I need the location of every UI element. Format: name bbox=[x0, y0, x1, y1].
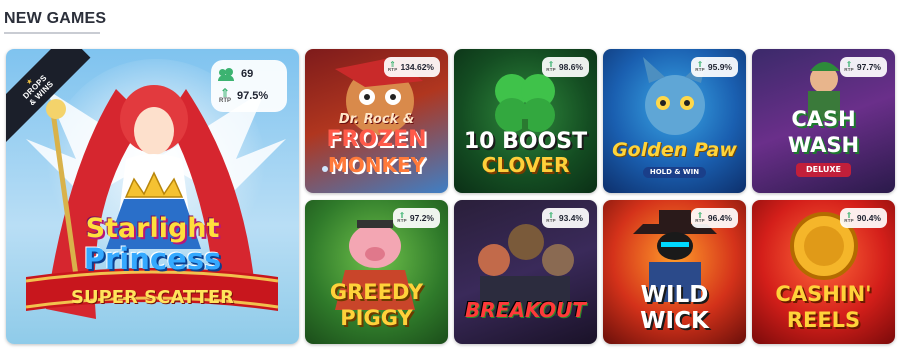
game-tile-golden-paw[interactable]: Golden Paw HOLD & WIN ⇑ RTP 95.9% bbox=[603, 49, 746, 193]
section-title: NEW GAMES bbox=[4, 10, 107, 27]
game-title-line1: WILD bbox=[640, 282, 709, 308]
rtp-label: RTP bbox=[219, 98, 231, 104]
game-title-line1: Golden Paw bbox=[612, 139, 737, 161]
game-title-line2: HOLD & WIN bbox=[643, 167, 706, 178]
stats-badge: 69 ⇑ RTP 97.5% bbox=[211, 60, 287, 112]
game-title-line2: Princess bbox=[83, 242, 222, 276]
game-tile-10-boost-clover[interactable]: 10 BOOST CLOVER ⇑ RTP 98.6% bbox=[454, 49, 597, 193]
game-tile-cashin-reels[interactable]: CASHIN' REELS ⇑ RTP 90.4% bbox=[752, 200, 895, 344]
game-title-line2: FROZEN bbox=[326, 127, 427, 152]
rtp-value: 93.4% bbox=[558, 213, 583, 223]
rtp-up-icon: ⇑ bbox=[219, 86, 231, 100]
rtp-badge: ⇑ RTP 98.6% bbox=[542, 57, 589, 77]
game-tile-breakout[interactable]: BREAKOUT ⇑ RTP 93.4% bbox=[454, 200, 597, 344]
rtp-badge: ⇑ RTP 96.4% bbox=[691, 208, 738, 228]
players-icon bbox=[218, 68, 235, 81]
game-title-line2: PIGGY bbox=[340, 306, 413, 330]
rtp-badge: ⇑ RTP 93.4% bbox=[542, 208, 589, 228]
game-tile-starlight-princess[interactable]: ★ DROPS & WINS 69 ⇑ RTP 97.5% Starlight … bbox=[6, 49, 299, 344]
game-title-line2: CLOVER bbox=[481, 153, 570, 177]
rtp-value: 97.5% bbox=[237, 90, 269, 102]
game-tile-cash-wash-deluxe[interactable]: CASH WASH DELUXE ⇑ RTP 97.7% bbox=[752, 49, 895, 193]
game-title-line3: MONKEY bbox=[327, 153, 426, 177]
game-title-line3: SUPER SCATTER bbox=[70, 287, 235, 308]
rtp-value: 95.9% bbox=[707, 62, 732, 72]
rtp-badge: ⇑ RTP 97.2% bbox=[393, 208, 440, 228]
rtp-value: 97.2% bbox=[409, 213, 434, 223]
game-title-line1: CASH bbox=[791, 107, 856, 131]
rtp-value: 96.4% bbox=[707, 213, 732, 223]
game-title-line1: Starlight bbox=[85, 213, 220, 244]
game-title-line2: WICK bbox=[640, 308, 709, 334]
title-underline bbox=[4, 32, 100, 34]
game-tile-wild-wick[interactable]: WILD WICK ⇑ RTP 96.4% bbox=[603, 200, 746, 344]
game-title-line2: WASH bbox=[787, 133, 860, 157]
game-tile-frozen-monkey[interactable]: Dr. Rock & FROZEN MONKEY ⇑ RTP 134.62% bbox=[305, 49, 448, 193]
rtp-value: 98.6% bbox=[558, 62, 583, 72]
game-tile-greedy-piggy[interactable]: GREEDY PIGGY ⇑ RTP 97.2% bbox=[305, 200, 448, 344]
rtp-value: 97.7% bbox=[856, 62, 881, 72]
game-title-line1: CASHIN' bbox=[775, 282, 872, 306]
game-title-line2: REELS bbox=[786, 308, 861, 332]
game-title-line3: DELUXE bbox=[796, 163, 851, 177]
rtp-value: 90.4% bbox=[856, 213, 881, 223]
rtp-badge: ⇑ RTP 90.4% bbox=[840, 208, 887, 228]
game-title-line1: 10 BOOST bbox=[463, 129, 588, 154]
rtp-badge: ⇑ RTP 97.7% bbox=[840, 57, 887, 77]
players-count: 69 bbox=[241, 68, 254, 80]
rtp-value: 134.62% bbox=[400, 62, 434, 72]
game-title-line1: BREAKOUT bbox=[465, 298, 586, 322]
rtp-badge: ⇑ RTP 95.9% bbox=[691, 57, 738, 77]
rtp-badge: ⇑ RTP 134.62% bbox=[383, 57, 440, 77]
game-title-line1: GREEDY bbox=[329, 280, 424, 304]
game-title-line1: Dr. Rock & bbox=[338, 112, 415, 127]
